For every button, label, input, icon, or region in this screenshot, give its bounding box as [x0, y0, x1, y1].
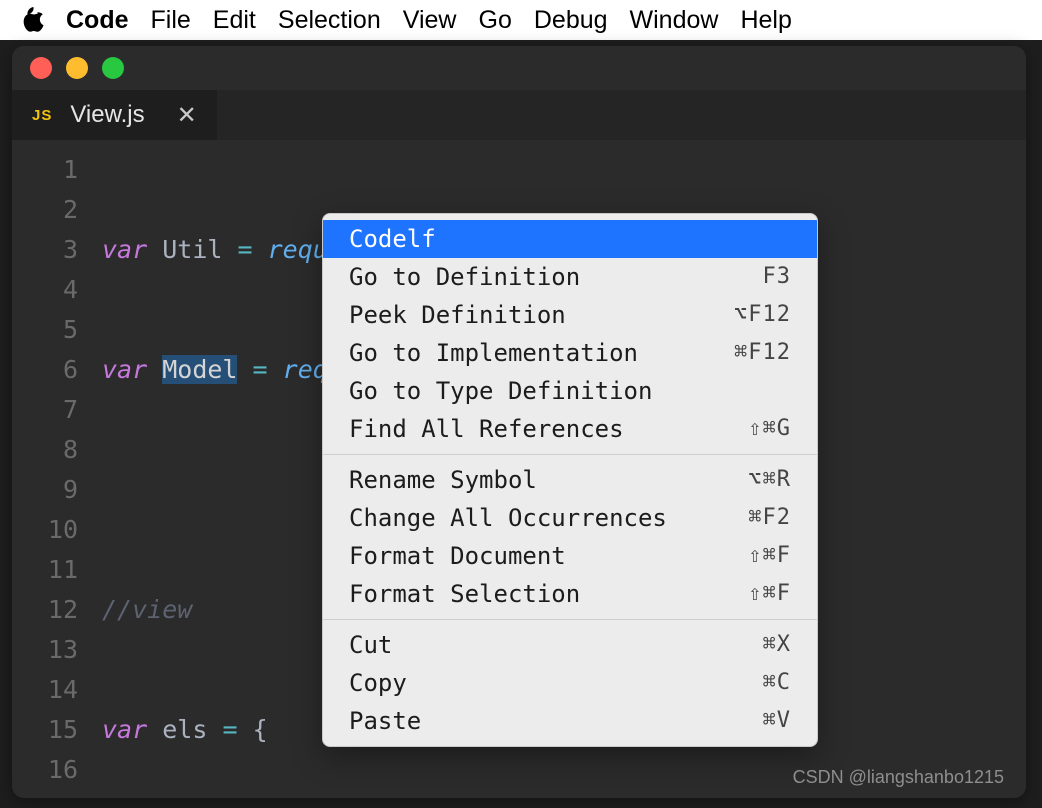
- line-number: 2: [12, 190, 78, 230]
- context-menu-item-label: Format Selection: [349, 574, 580, 614]
- context-menu-item-label: Format Document: [349, 536, 566, 576]
- context-menu-item[interactable]: Change All Occurrences ⌘F2: [323, 499, 817, 537]
- context-menu-item-shortcut: ⇧⌘G: [748, 409, 791, 449]
- editor-window: JS View.js ✕ 1 2 3 4 5 6 7 8 9 10 11 12 …: [12, 46, 1026, 798]
- editor: 1 2 3 4 5 6 7 8 9 10 11 12 13 14 15 16 v…: [12, 140, 1026, 798]
- context-menu-item-shortcut: ⌘F2: [748, 498, 791, 538]
- traffic-zoom-icon[interactable]: [102, 57, 124, 79]
- context-menu-item[interactable]: Format Document ⇧⌘F: [323, 537, 817, 575]
- context-menu-separator: [323, 619, 817, 620]
- line-number: 9: [12, 470, 78, 510]
- tab-view-js[interactable]: JS View.js ✕: [12, 90, 217, 140]
- context-menu-item-shortcut: ⇧⌘F: [748, 536, 791, 576]
- traffic-close-icon[interactable]: [30, 57, 52, 79]
- context-menu-item-shortcut: ⌘C: [763, 663, 792, 703]
- apple-icon: [18, 7, 44, 33]
- line-number: 13: [12, 630, 78, 670]
- gutter: 1 2 3 4 5 6 7 8 9 10 11 12 13 14 15 16: [12, 150, 102, 798]
- js-file-icon: JS: [32, 107, 52, 124]
- context-menu-item[interactable]: Peek Definition ⌥F12: [323, 296, 817, 334]
- context-menu-item[interactable]: Paste ⌘V: [323, 702, 817, 740]
- tabs: JS View.js ✕: [12, 90, 1026, 140]
- context-menu-item-label: Paste: [349, 701, 421, 741]
- line-number: 12: [12, 590, 78, 630]
- line-number: 15: [12, 710, 78, 750]
- line-number: 14: [12, 670, 78, 710]
- menubar-item-go[interactable]: Go: [479, 6, 512, 35]
- context-menu-item-shortcut: ⌥F12: [734, 295, 791, 335]
- menubar-item-edit[interactable]: Edit: [213, 6, 256, 35]
- line-number: 7: [12, 390, 78, 430]
- context-menu-item-label: Change All Occurrences: [349, 498, 667, 538]
- context-menu-item[interactable]: Go to Implementation ⌘F12: [323, 334, 817, 372]
- menubar-app-name[interactable]: Code: [66, 6, 129, 35]
- context-menu-item-label: Find All References: [349, 409, 624, 449]
- menubar-item-help[interactable]: Help: [740, 6, 791, 35]
- context-menu-item-label: Go to Implementation: [349, 333, 638, 373]
- context-menu-item[interactable]: Find All References ⇧⌘G: [323, 410, 817, 448]
- close-icon[interactable]: ✕: [177, 101, 197, 130]
- menubar-item-file[interactable]: File: [151, 6, 191, 35]
- line-number: 1: [12, 150, 78, 190]
- context-menu-separator: [323, 454, 817, 455]
- context-menu-item[interactable]: Codelf: [323, 220, 817, 258]
- context-menu-item-shortcut: ⌘V: [763, 701, 792, 741]
- context-menu-item-label: Rename Symbol: [349, 460, 537, 500]
- line-number: 3: [12, 230, 78, 270]
- mac-menubar: Code File Edit Selection View Go Debug W…: [0, 0, 1042, 40]
- watermark: CSDN @liangshanbo1215: [793, 767, 1004, 788]
- context-menu-item[interactable]: Copy ⌘C: [323, 664, 817, 702]
- context-menu-item-label: Cut: [349, 625, 392, 665]
- context-menu-item[interactable]: Go to Definition F3: [323, 258, 817, 296]
- line-number: 11: [12, 550, 78, 590]
- context-menu: CodelfGo to Definition F3 Peek Definition ⌥…: [322, 213, 818, 747]
- line-number: 4: [12, 270, 78, 310]
- line-number: 16: [12, 750, 78, 790]
- line-number: 6: [12, 350, 78, 390]
- context-menu-item-shortcut: ⌘F12: [734, 333, 791, 373]
- context-menu-item[interactable]: Go to Type Definition: [323, 372, 817, 410]
- menubar-item-debug[interactable]: Debug: [534, 6, 608, 35]
- context-menu-item-label: Codelf: [349, 219, 436, 259]
- line-number: 10: [12, 510, 78, 550]
- context-menu-item-shortcut: ⌘X: [763, 625, 792, 665]
- context-menu-item-shortcut: F3: [763, 257, 792, 297]
- code-area[interactable]: var Util = require('Util.js'); var Model…: [102, 150, 1026, 798]
- context-menu-item-label: Go to Type Definition: [349, 371, 652, 411]
- context-menu-item[interactable]: Format Selection ⇧⌘F: [323, 575, 817, 613]
- context-menu-item-label: Peek Definition: [349, 295, 566, 335]
- context-menu-item[interactable]: Rename Symbol ⌥⌘R: [323, 461, 817, 499]
- context-menu-item[interactable]: Cut ⌘X: [323, 626, 817, 664]
- menubar-item-selection[interactable]: Selection: [278, 6, 381, 35]
- titlebar: [12, 46, 1026, 90]
- context-menu-item-label: Go to Definition: [349, 257, 580, 297]
- line-number: 5: [12, 310, 78, 350]
- context-menu-item-shortcut: ⇧⌘F: [748, 574, 791, 614]
- context-menu-item-label: Copy: [349, 663, 407, 703]
- menubar-item-view[interactable]: View: [403, 6, 457, 35]
- context-menu-item-shortcut: ⌥⌘R: [748, 460, 791, 500]
- line-number: 8: [12, 430, 78, 470]
- menubar-item-window[interactable]: Window: [630, 6, 719, 35]
- tab-label: View.js: [70, 101, 144, 129]
- traffic-minimize-icon[interactable]: [66, 57, 88, 79]
